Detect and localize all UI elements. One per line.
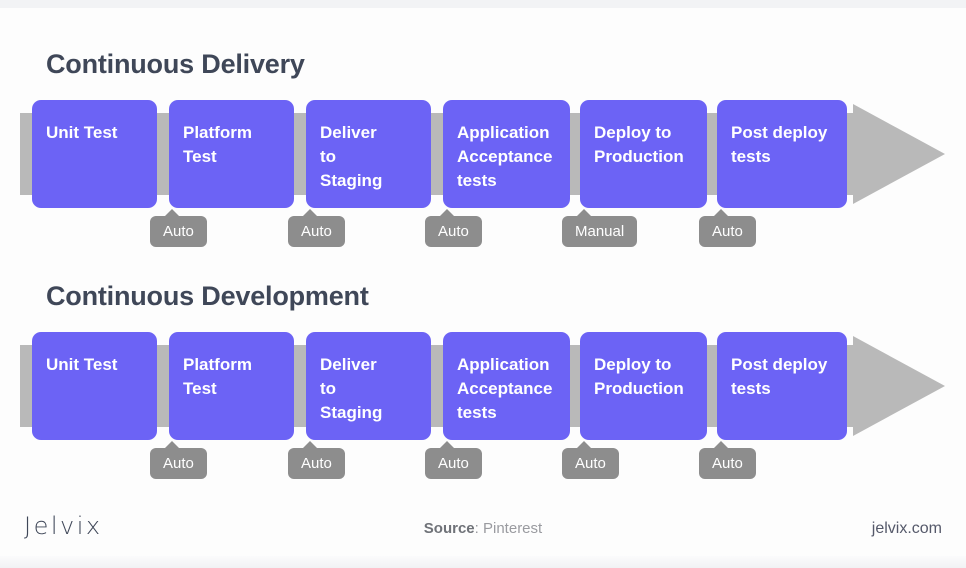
bottom-edge-strip: [0, 556, 966, 568]
stage-trigger-tag: Auto: [699, 209, 756, 247]
stage-box[interactable]: Post deploy tests: [717, 100, 847, 208]
stage-box[interactable]: Deploy to Production: [580, 100, 707, 208]
section-title-continuous-development: Continuous Development: [46, 281, 369, 311]
stage-box[interactable]: Platform Test: [169, 100, 294, 208]
slide-canvas: Continuous Delivery Unit Test Platform Te…: [0, 0, 966, 568]
stage-trigger-tag: Manual: [562, 209, 638, 247]
stage-box[interactable]: Application Acceptance tests: [443, 100, 570, 208]
stage-trigger-tag: Auto: [562, 441, 619, 479]
stage-box[interactable]: Deploy to Production: [580, 332, 707, 440]
pipeline-arrow-head-icon: [853, 336, 945, 436]
source-separator: :: [474, 520, 483, 537]
stage-box[interactable]: Unit Test: [32, 332, 157, 440]
site-url: jelvix.com: [871, 520, 942, 537]
stage-trigger-tag: Auto: [699, 441, 756, 479]
stage-trigger-tag: Auto: [288, 441, 345, 479]
source-label: Source: [423, 520, 475, 537]
footer: Jelvix Source: Pinterest jelvix.com: [0, 505, 966, 555]
top-edge-strip: [0, 0, 966, 8]
stage-trigger-tag: Auto: [150, 441, 207, 479]
source-credit: Source: Pinterest: [0, 520, 966, 537]
stage-trigger-tag: Auto: [288, 209, 345, 247]
stage-box[interactable]: Application Acceptance tests: [443, 332, 570, 440]
stage-box[interactable]: Deliver to Staging: [306, 332, 431, 440]
stage-trigger-tag: Auto: [425, 441, 482, 479]
stage-trigger-tag: Auto: [425, 209, 482, 247]
stage-box[interactable]: Deliver to Staging: [306, 100, 431, 208]
stage-trigger-tag: Auto: [150, 209, 207, 247]
section-title-continuous-delivery: Continuous Delivery: [46, 49, 305, 79]
source-value: Pinterest: [483, 520, 543, 537]
pipeline-arrow-head-icon: [853, 104, 945, 204]
stage-box[interactable]: Unit Test: [32, 100, 157, 208]
stage-box[interactable]: Post deploy tests: [717, 332, 847, 440]
stage-box[interactable]: Platform Test: [169, 332, 294, 440]
